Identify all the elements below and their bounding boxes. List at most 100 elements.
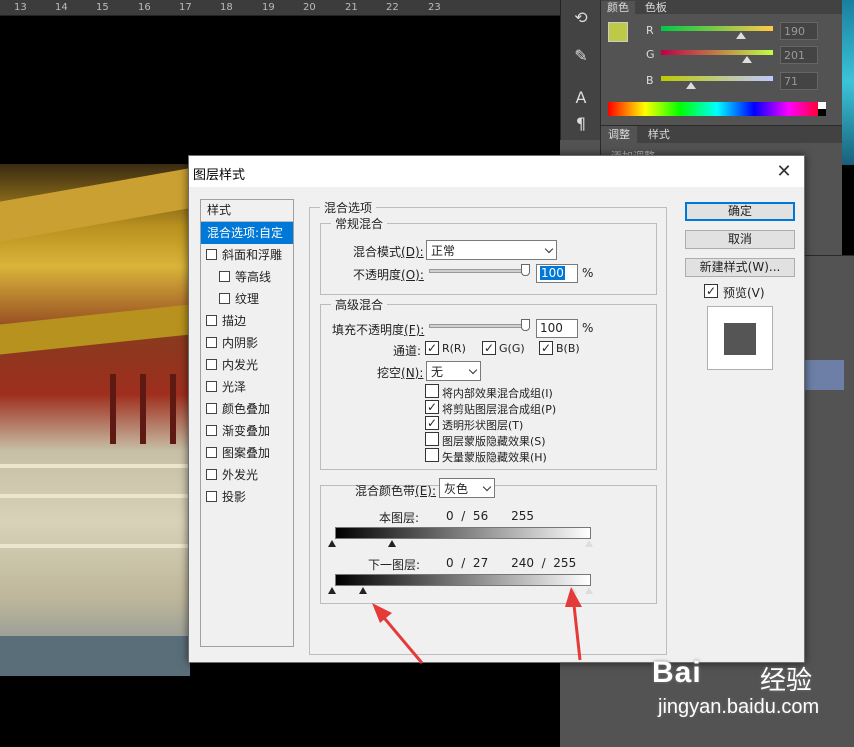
background-desktop [842, 0, 854, 165]
ruler-label: 18 [220, 2, 233, 13]
selected-layer-strip[interactable] [804, 360, 844, 390]
style-preview-thumbnail [707, 306, 773, 370]
red-slider[interactable]: R 190 [641, 22, 841, 42]
percent-label: % [582, 321, 594, 335]
blend-if-select[interactable]: 灰色 [439, 478, 495, 498]
this-layer-black-stop[interactable] [328, 540, 336, 547]
this-layer-black-split-stop[interactable] [388, 540, 396, 547]
transparency-shapes-label: 透明形状图层(T) [442, 419, 524, 432]
brush-icon[interactable]: ✎ [569, 44, 593, 68]
this-layer-white-stop[interactable] [585, 540, 593, 547]
color-panel: 颜色 色板 R 190 G 201 B 71 [600, 0, 842, 125]
fill-opacity-slider[interactable] [429, 319, 530, 331]
checkbox-icon [206, 425, 217, 436]
fill-slider-thumb[interactable] [521, 319, 530, 331]
ok-button[interactable]: 确定 [685, 202, 795, 221]
this-layer-gradient[interactable] [335, 527, 591, 539]
style-item-inner-shadow[interactable]: 内阴影 [201, 332, 293, 354]
channel-b-checkbox[interactable]: ✓ [539, 341, 553, 355]
dialog-titlebar[interactable]: 图层样式 ✕ [189, 156, 804, 187]
blue-slider[interactable]: B 71 [641, 72, 841, 92]
style-item-texture[interactable]: 纹理 [201, 288, 293, 310]
style-item-satin[interactable]: 光泽 [201, 376, 293, 398]
ruler-label: 16 [138, 2, 151, 13]
channel-g-checkbox[interactable]: ✓ [482, 341, 496, 355]
style-item-blending-options[interactable]: 混合选项:自定 [201, 222, 293, 244]
blend-clipped-checkbox[interactable]: ✓ [425, 400, 439, 414]
tab-adjustments[interactable]: 调整 [601, 126, 637, 143]
blend-if-label: 混合颜色带(E): [355, 484, 437, 498]
tab-swatches[interactable]: 色板 [639, 1, 673, 15]
ruler-label: 17 [179, 2, 192, 13]
transparency-shapes-checkbox[interactable]: ✓ [425, 416, 439, 430]
tab-styles[interactable]: 样式 [641, 126, 677, 143]
channel-r-checkbox[interactable]: ✓ [425, 341, 439, 355]
style-item-inner-glow[interactable]: 内发光 [201, 354, 293, 376]
fill-opacity-label: 填充不透明度(F): [332, 323, 425, 337]
underlying-black-stop[interactable] [328, 587, 336, 594]
history-icon[interactable]: ⟲ [569, 6, 593, 30]
blend-if-group [320, 485, 657, 604]
vector-mask-hides-checkbox[interactable] [425, 448, 439, 462]
preview-label: 预览(V) [723, 286, 765, 300]
underlying-layer-label: 下一图层: [368, 558, 421, 572]
paragraph-icon[interactable]: ¶ [569, 112, 593, 136]
preview-checkbox[interactable]: ✓ [704, 284, 718, 298]
channel-g-label: G(G) [499, 342, 525, 355]
chevron-down-icon [544, 244, 554, 254]
fill-opacity-input[interactable]: 100 [536, 319, 578, 338]
style-item-drop-shadow[interactable]: 投影 [201, 486, 293, 508]
cancel-button[interactable]: 取消 [685, 230, 795, 249]
tab-color[interactable]: 颜色 [601, 1, 635, 15]
opacity-slider[interactable] [429, 264, 530, 276]
red-value[interactable]: 190 [780, 22, 818, 40]
ruler-label: 23 [428, 2, 441, 13]
checkbox-icon [206, 359, 217, 370]
character-icon[interactable]: A [569, 86, 593, 110]
ruler-label: 21 [345, 2, 358, 13]
watermark-brand-cn: 经验 [760, 666, 813, 696]
blend-mode-label: 混合模式(D): [353, 245, 424, 259]
this-layer-values: 0 / 56 255 [446, 509, 534, 523]
blend-options-title: 混合选项 [320, 199, 377, 216]
foreground-color-swatch[interactable] [608, 22, 628, 42]
advanced-blending-title: 高级混合 [331, 296, 388, 313]
knockout-select[interactable]: 无 [426, 361, 481, 381]
opacity-slider-thumb[interactable] [521, 264, 530, 276]
new-style-button[interactable]: 新建样式(W)... [685, 258, 795, 277]
checkbox-icon [206, 469, 217, 480]
annotation-arrow-right [565, 587, 582, 661]
underlying-black-split-stop[interactable] [359, 587, 367, 594]
styles-header: 样式 [201, 200, 293, 222]
style-item-bevel-emboss[interactable]: 斜面和浮雕 [201, 244, 293, 266]
ruler-label: 20 [303, 2, 316, 13]
style-item-gradient-overlay[interactable]: 渐变叠加 [201, 420, 293, 442]
color-spectrum[interactable] [608, 102, 826, 116]
style-item-pattern-overlay[interactable]: 图案叠加 [201, 442, 293, 464]
style-item-contour[interactable]: 等高线 [201, 266, 293, 288]
layer-mask-hides-checkbox[interactable] [425, 432, 439, 446]
channel-r-label: R(R) [442, 342, 466, 355]
styles-list: 样式 混合选项:自定 斜面和浮雕 等高线 纹理 描边 内阴影 内发光 光泽 颜色… [200, 199, 294, 647]
channel-b-label: B(B) [556, 342, 580, 355]
checkbox-icon [206, 447, 217, 458]
blend-mode-select[interactable]: 正常 [426, 240, 557, 260]
style-item-color-overlay[interactable]: 颜色叠加 [201, 398, 293, 420]
style-item-stroke[interactable]: 描边 [201, 310, 293, 332]
layer-style-dialog: 图层样式 ✕ 样式 混合选项:自定 斜面和浮雕 等高线 纹理 描边 内阴影 内发… [188, 155, 805, 663]
style-item-outer-glow[interactable]: 外发光 [201, 464, 293, 486]
green-slider[interactable]: G 201 [641, 46, 841, 66]
dialog-title: 图层样式 [193, 168, 246, 183]
layer-mask-hides-label: 图层蒙版隐藏效果(S) [442, 435, 546, 448]
this-layer-label: 本图层: [379, 511, 420, 525]
underlying-layer-gradient[interactable] [335, 574, 591, 586]
close-icon[interactable]: ✕ [772, 160, 796, 184]
checkbox-icon [206, 337, 217, 348]
checkbox-icon [206, 491, 217, 502]
blue-value[interactable]: 71 [780, 72, 818, 90]
blend-interior-label: 将内部效果混合成组(I) [442, 387, 553, 400]
blend-interior-checkbox[interactable] [425, 384, 439, 398]
checkbox-icon [206, 315, 217, 326]
opacity-input[interactable]: 100 [536, 264, 578, 283]
green-value[interactable]: 201 [780, 46, 818, 64]
